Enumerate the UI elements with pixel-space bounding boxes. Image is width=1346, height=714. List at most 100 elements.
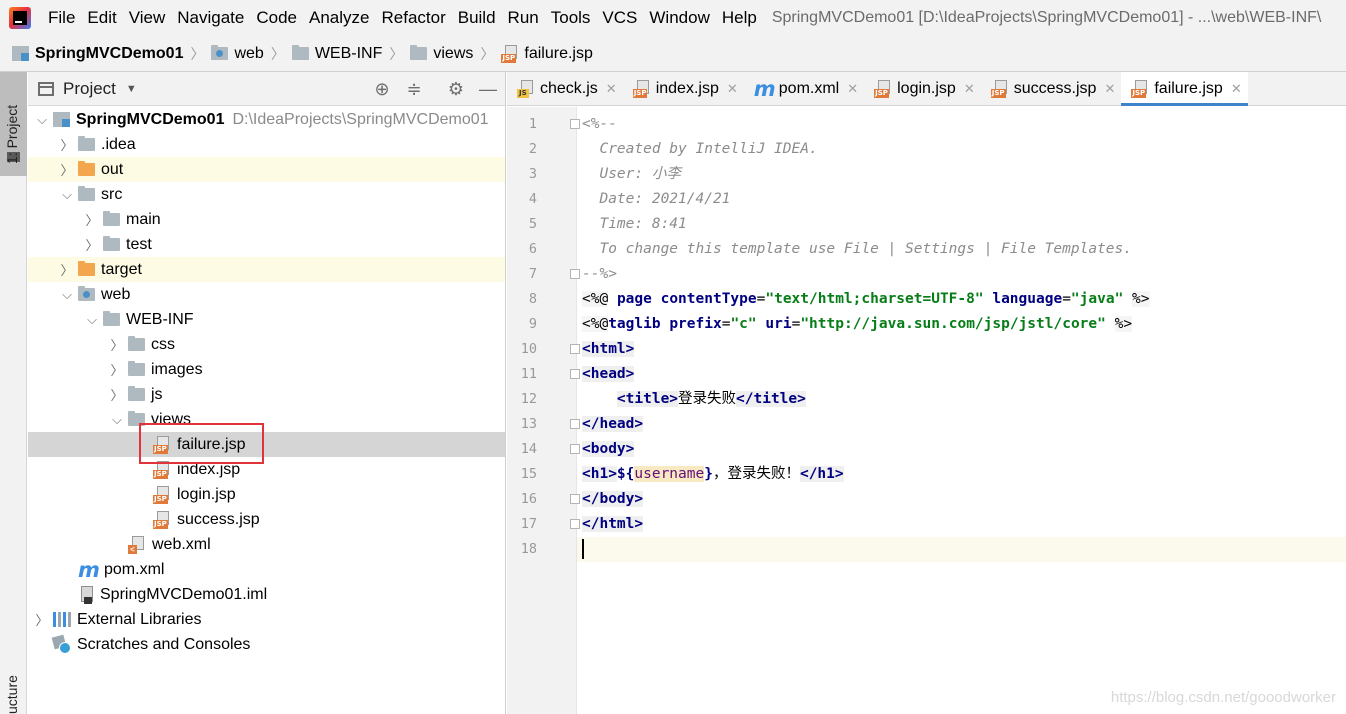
gear-icon[interactable]: ⚙ bbox=[446, 79, 466, 99]
tree-item[interactable]: 〉 css bbox=[28, 332, 505, 357]
window-title: SpringMVCDemo01 [D:\IdeaProjects\SpringM… bbox=[771, 9, 1322, 26]
editor-tab[interactable]: failure.jsp ✕ bbox=[1121, 72, 1249, 106]
code-line: Created by IntelliJ IDEA. bbox=[582, 141, 818, 157]
breadcrumb-web-inf[interactable]: WEB-INF bbox=[291, 45, 382, 63]
jsp-file-icon bbox=[990, 79, 1009, 98]
jsp-file-icon bbox=[874, 79, 892, 98]
editor-tab[interactable]: index.jsp ✕ bbox=[623, 72, 744, 105]
tree-item[interactable]: 〉 js bbox=[28, 382, 505, 407]
close-icon[interactable]: ✕ bbox=[1231, 81, 1242, 97]
tree-item[interactable]: ⌵ WEB-INF bbox=[28, 307, 505, 332]
chevron-right-icon[interactable]: 〉 bbox=[31, 610, 53, 629]
breadcrumb-separator-icon: 〉 bbox=[190, 45, 205, 62]
code-line: Date: 2021/4/21 bbox=[582, 191, 731, 207]
tree-item[interactable]: failure.jsp bbox=[28, 432, 505, 457]
breadcrumb-web[interactable]: web bbox=[211, 45, 264, 63]
menu-view[interactable]: View bbox=[124, 8, 171, 27]
tree-item[interactable]: index.jsp bbox=[28, 457, 505, 482]
code-line: <h1>${username}，登录失败！</h1> bbox=[582, 466, 844, 482]
editor-tab[interactable]: check.js ✕ bbox=[507, 72, 623, 105]
tree-item[interactable]: 〉 images bbox=[28, 357, 505, 382]
tree-item-label: images bbox=[151, 360, 203, 378]
tree-item[interactable]: 〉 target bbox=[28, 257, 505, 282]
close-icon[interactable]: ✕ bbox=[1104, 81, 1115, 97]
code-line: --%> bbox=[582, 266, 617, 282]
breadcrumb: SpringMVCDemo01 〉 web 〉 WEB-INF 〉 views … bbox=[0, 36, 1346, 72]
tree-item[interactable]: 〉 main bbox=[28, 207, 505, 232]
close-icon[interactable]: ✕ bbox=[606, 81, 617, 97]
tree-item[interactable]: login.jsp bbox=[28, 482, 505, 507]
editor-tab[interactable]: success.jsp ✕ bbox=[981, 72, 1122, 105]
close-icon[interactable]: ✕ bbox=[727, 81, 738, 97]
menu-code[interactable]: Code bbox=[251, 8, 302, 27]
tree-item-label: External Libraries bbox=[77, 610, 202, 628]
project-tool-window-tab[interactable]: 1: Project bbox=[0, 72, 27, 176]
menu-file[interactable]: File bbox=[43, 8, 80, 27]
tree-item[interactable]: ⌵ views bbox=[28, 407, 505, 432]
hide-panel-icon[interactable]: — bbox=[478, 79, 498, 99]
tree-item[interactable]: SpringMVCDemo01.iml bbox=[28, 582, 505, 607]
tree-item[interactable]: web.xml bbox=[28, 532, 505, 557]
menu-refactor[interactable]: Refactor bbox=[376, 8, 450, 27]
menu-build[interactable]: Build bbox=[453, 8, 501, 27]
close-icon[interactable]: ✕ bbox=[847, 81, 858, 97]
tree-item[interactable]: success.jsp bbox=[28, 507, 505, 532]
chevron-right-icon[interactable]: 〉 bbox=[106, 335, 128, 354]
close-icon[interactable]: ✕ bbox=[964, 81, 975, 97]
line-number: 3 bbox=[528, 166, 537, 182]
breadcrumb-file[interactable]: failure.jsp bbox=[501, 44, 593, 63]
project-panel-title[interactable]: Project bbox=[63, 79, 116, 99]
chevron-down-icon[interactable]: ⌵ bbox=[31, 112, 53, 128]
tree-item[interactable]: Scratches and Consoles bbox=[28, 632, 505, 657]
breadcrumb-project[interactable]: SpringMVCDemo01 bbox=[12, 45, 183, 63]
tree-item[interactable]: ⌵ SpringMVCDemo01 D:\IdeaProjects\SpringMV… bbox=[28, 107, 505, 132]
code-line bbox=[577, 537, 1346, 562]
chevron-right-icon[interactable]: 〉 bbox=[56, 135, 78, 154]
chevron-down-icon[interactable]: ⌵ bbox=[81, 312, 103, 328]
line-number: 16 bbox=[520, 491, 537, 507]
editor-tab-label: failure.jsp bbox=[1154, 79, 1223, 97]
menu-analyze[interactable]: Analyze bbox=[304, 8, 374, 27]
tree-item[interactable]: ⌵ web bbox=[28, 282, 505, 307]
menu-run[interactable]: Run bbox=[503, 8, 544, 27]
tree-item[interactable]: ⌵ src bbox=[28, 182, 505, 207]
line-number: 10 bbox=[520, 341, 537, 357]
editor-tab[interactable]: m pom.xml ✕ bbox=[744, 72, 864, 105]
code-line: Time: 8:41 bbox=[582, 216, 687, 232]
chevron-down-icon[interactable]: ⌵ bbox=[56, 187, 78, 203]
code-area[interactable]: <%-- Created by IntelliJ IDEA. User: 小李 … bbox=[577, 107, 1346, 714]
editor-tab[interactable]: login.jsp ✕ bbox=[864, 72, 981, 105]
tree-item[interactable]: 〉 test bbox=[28, 232, 505, 257]
project-view-icon bbox=[38, 81, 54, 96]
breadcrumb-views[interactable]: views bbox=[410, 45, 473, 63]
menu-window[interactable]: Window bbox=[644, 8, 714, 27]
chevron-right-icon[interactable]: 〉 bbox=[81, 210, 103, 229]
menu-help[interactable]: Help bbox=[717, 8, 762, 27]
tree-item[interactable]: m pom.xml bbox=[28, 557, 505, 582]
menu-navigate[interactable]: Navigate bbox=[172, 8, 249, 27]
tree-item[interactable]: 〉 External Libraries bbox=[28, 607, 505, 632]
breadcrumb-label: views bbox=[433, 44, 474, 62]
tree-item[interactable]: 〉 .idea bbox=[28, 132, 505, 157]
chevron-down-icon[interactable]: ⌵ bbox=[56, 287, 78, 303]
chevron-right-icon[interactable]: 〉 bbox=[81, 235, 103, 254]
chevron-right-icon[interactable]: 〉 bbox=[56, 160, 78, 179]
iml-file-icon bbox=[78, 585, 94, 604]
menu-tools[interactable]: Tools bbox=[546, 8, 596, 27]
chevron-right-icon[interactable]: 〉 bbox=[106, 385, 128, 404]
tree-item-label: web bbox=[101, 285, 131, 303]
menu-vcs[interactable]: VCS bbox=[597, 8, 642, 27]
chevron-right-icon[interactable]: 〉 bbox=[56, 260, 78, 279]
line-number: 11 bbox=[520, 366, 537, 382]
chevron-right-icon[interactable]: 〉 bbox=[106, 360, 128, 379]
chevron-down-icon[interactable]: ▼ bbox=[126, 83, 137, 95]
line-number: 15 bbox=[520, 466, 537, 482]
collapse-all-icon[interactable]: ≑ bbox=[404, 79, 424, 99]
locate-target-icon[interactable]: ⊕ bbox=[372, 79, 392, 99]
chevron-down-icon[interactable]: ⌵ bbox=[106, 412, 128, 428]
tree-item[interactable]: 〉 out bbox=[28, 157, 505, 182]
editor-tabs: check.js✕index.jsp✕mpom.xml✕login.jsp✕su… bbox=[507, 72, 1346, 106]
menu-edit[interactable]: Edit bbox=[82, 8, 121, 27]
tree-item-label: Scratches and Consoles bbox=[77, 635, 251, 653]
structure-tool-window-tab[interactable]: ucture bbox=[4, 675, 20, 714]
